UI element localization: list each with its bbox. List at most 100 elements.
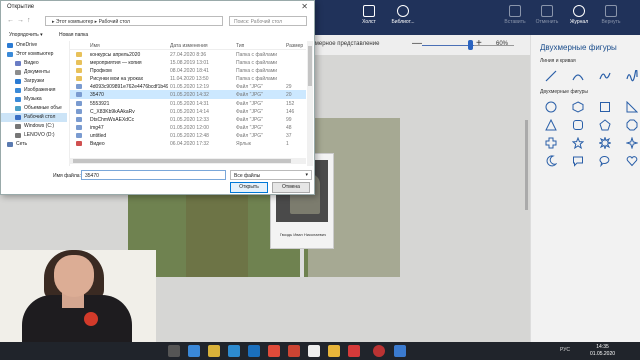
tree-item[interactable]: Windows (C:) <box>1 122 67 131</box>
burst-shape[interactable] <box>596 136 614 150</box>
file-row[interactable]: 4d093c909891e762e4476bcdf1b494b901.05.20… <box>70 82 306 90</box>
taskbar-mail-icon[interactable] <box>268 345 280 357</box>
file-row[interactable]: конкурсы апрель2020 27.04.2020 8:36 Папка … <box>70 50 306 58</box>
file-row[interactable]: untitled 01.05.2020 12:48 Файл "JPG" 37 <box>70 131 306 139</box>
taskbar-yandex-icon[interactable] <box>328 345 340 357</box>
curve-tool[interactable] <box>569 69 587 83</box>
line-shapes-grid <box>542 69 640 83</box>
webcam-overlay <box>0 250 156 342</box>
address-bar[interactable]: ▸ Этот компьютер ▸ Рабочий стол <box>45 16 223 26</box>
back-arrow-icon[interactable]: ← <box>7 17 14 24</box>
speech-bubble-shape[interactable] <box>569 154 587 168</box>
shapes-panel: Двухмерные фигуры Линия и кривая Двухмер… <box>530 35 640 342</box>
line-tool[interactable] <box>542 69 560 83</box>
zoom-slider-thumb[interactable] <box>468 40 473 50</box>
hscrollbar-thumb[interactable] <box>73 159 291 163</box>
taskbar-cortana-icon[interactable] <box>168 345 180 357</box>
file-row[interactable]: Видео 06.04.2020 17:32 Ярлык 1 <box>70 139 306 147</box>
column-date[interactable]: Дата изменения <box>170 43 208 49</box>
folder-icon <box>15 115 21 120</box>
right-triangle-shape[interactable] <box>623 100 640 114</box>
tree-item[interactable]: LENOVO (D:) <box>1 131 67 140</box>
heart-icon <box>626 156 638 167</box>
round-bubble-shape[interactable] <box>596 154 614 168</box>
triangle-shape[interactable] <box>542 118 560 132</box>
cross-shape[interactable] <box>542 136 560 150</box>
square-shape[interactable] <box>596 100 614 114</box>
heart-shape[interactable] <box>623 154 640 168</box>
canvas-scrollbar[interactable] <box>525 120 528 210</box>
file-date: 01.05.2020 14:14 <box>170 108 209 115</box>
star-shape[interactable] <box>569 136 587 150</box>
new-folder-button[interactable]: Новая папка <box>59 32 88 38</box>
tree-item[interactable]: Объемные объе <box>1 104 67 113</box>
taskbar-clock[interactable]: 14:35 01.05.2020 <box>590 344 615 358</box>
input-language[interactable]: РУС <box>560 347 570 353</box>
zoom-in-button[interactable]: + <box>476 38 482 49</box>
undo-button[interactable]: Отменить <box>530 2 564 33</box>
history-button[interactable]: Журнал <box>562 2 596 33</box>
paste-button[interactable]: Вставить <box>498 2 532 33</box>
column-size[interactable]: Размер <box>286 43 303 49</box>
tree-item[interactable]: Этот компьютер <box>1 50 67 59</box>
organize-button[interactable]: Упорядочить ▾ <box>9 32 43 38</box>
taskbar-record-icon[interactable] <box>373 345 385 357</box>
file-row[interactable]: DtsChmWsAEXdCc 01.05.2020 12:33 Файл "JPG"… <box>70 115 306 123</box>
file-row[interactable]: Рисунки мои на уроках 11.04.2020 13:50 Пап… <box>70 74 306 82</box>
open-button[interactable]: Открыть <box>230 182 268 193</box>
file-row[interactable]: C_X83Kb9kAAkaRv 01.05.2020 14:14 Файл "JPG… <box>70 107 306 115</box>
redo-button[interactable]: Вернуть <box>594 2 628 33</box>
tree-item[interactable]: Загрузки <box>1 77 67 86</box>
circle-shape[interactable] <box>542 100 560 114</box>
rounded-square-shape[interactable] <box>569 118 587 132</box>
tree-item[interactable]: Рабочий стол <box>1 113 67 122</box>
tree-item[interactable]: OneDrive <box>1 41 67 50</box>
moon-shape[interactable] <box>542 154 560 168</box>
canvas-button[interactable]: Холст <box>352 2 386 33</box>
column-name[interactable]: Имя <box>90 43 100 49</box>
tree-item[interactable]: Музыка <box>1 95 67 104</box>
file-row[interactable]: мероприятия — копия 15.08.2019 13:01 Папка… <box>70 58 306 66</box>
file-list-hscrollbar[interactable] <box>69 158 306 164</box>
zoom-out-button[interactable]: — <box>412 38 422 49</box>
filetype-select[interactable]: Все файлы <box>230 170 312 180</box>
column-type[interactable]: Тип <box>236 43 244 49</box>
pentagon-shape[interactable] <box>596 118 614 132</box>
library-button[interactable]: Библиот... <box>386 2 420 33</box>
square-icon <box>600 102 610 112</box>
file-row[interactable]: 35470 01.05.2020 14:32 Файл "JPG" 20 <box>70 90 306 99</box>
view-mode-label[interactable]: змерное представление <box>312 41 379 47</box>
taskbar-paint3d-icon[interactable] <box>394 345 406 357</box>
close-icon[interactable]: ✕ <box>301 2 308 11</box>
octagon-shape[interactable] <box>623 118 640 132</box>
file-list-scrollbar[interactable] <box>307 41 313 166</box>
up-arrow-icon[interactable]: ↑ <box>27 17 31 24</box>
s-curve-tool[interactable] <box>596 69 614 83</box>
tree-item[interactable]: Сеть <box>1 140 67 149</box>
scrollbar-thumb[interactable] <box>308 46 312 86</box>
taskbar-word-icon[interactable] <box>248 345 260 357</box>
file-row[interactable]: Профком 08.04.2020 18:41 Папка с файлами <box>70 66 306 74</box>
taskbar-chrome-icon[interactable] <box>308 345 320 357</box>
taskbar-media-icon[interactable] <box>288 345 300 357</box>
tree-item[interactable]: Изображения <box>1 86 67 95</box>
filename-input[interactable]: 35470 <box>81 170 226 180</box>
taskbar-edge-icon[interactable] <box>188 345 200 357</box>
file-name: 5553921 <box>90 100 110 107</box>
search-input[interactable]: Поиск: Рабочий стол <box>229 16 307 26</box>
cancel-button[interactable]: Отмена <box>272 182 310 193</box>
file-row[interactable]: 5553921 01.05.2020 14:31 Файл "JPG" 152 <box>70 99 306 107</box>
tree-item[interactable]: Видео <box>1 59 67 68</box>
file-row[interactable]: img47 01.05.2020 12:00 Файл "JPG" 48 <box>70 123 306 131</box>
taskbar-store-icon[interactable] <box>228 345 240 357</box>
file-type: Папка с файлами <box>236 76 278 83</box>
tree-item-label: LENOVO (D:) <box>24 132 55 138</box>
taskbar-explorer-icon[interactable] <box>208 345 220 357</box>
tree-item[interactable]: Документы <box>1 68 67 77</box>
wave-tool[interactable] <box>623 69 640 83</box>
hexagon-shape[interactable] <box>569 100 587 114</box>
forward-arrow-icon[interactable]: → <box>17 17 24 24</box>
file-date: 27.04.2020 8:36 <box>170 52 207 58</box>
diamond-star-shape[interactable] <box>623 136 640 150</box>
taskbar-browser-icon[interactable] <box>348 345 360 357</box>
